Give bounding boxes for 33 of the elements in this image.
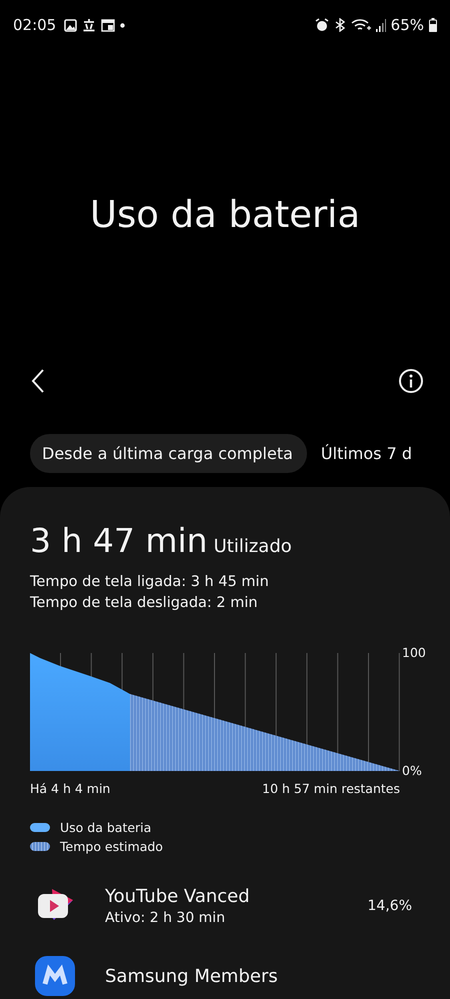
screen-time-text: Tempo de tela desligada: 2 min bbox=[30, 594, 259, 613]
dot-icon bbox=[120, 22, 126, 28]
total-usage: 3 h 47 min bbox=[30, 521, 208, 560]
info-button[interactable] bbox=[398, 368, 424, 394]
bluetooth-icon bbox=[334, 18, 346, 32]
signal-icon bbox=[376, 18, 386, 32]
page-title: Uso da bateria bbox=[90, 192, 360, 236]
calendar-icon bbox=[101, 18, 116, 32]
clock: 02:05 bbox=[13, 16, 56, 34]
wifi-icon bbox=[350, 18, 371, 32]
alarm-icon bbox=[314, 18, 329, 32]
legend-label: Uso da bateria bbox=[60, 819, 152, 837]
app-usage-percentage: 14,6% bbox=[368, 898, 412, 914]
period-tab[interactable]: Últimos 7 d bbox=[316, 434, 420, 473]
app-icon[interactable] bbox=[35, 956, 75, 996]
axis-label: 100 bbox=[402, 645, 426, 660]
period-tab[interactable]: Desde a última carga completa bbox=[30, 434, 307, 473]
app-name: YouTube Vanced bbox=[105, 886, 251, 907]
legend-label: Tempo estimado bbox=[60, 838, 163, 856]
battery-icon bbox=[429, 18, 437, 32]
axis-label: Há 4 h 4 min bbox=[30, 781, 110, 796]
screen-time-text: Tempo de tela ligada: 3 h 45 min bbox=[30, 573, 270, 592]
legend-swatch bbox=[30, 823, 50, 832]
axis-label: 10 h 57 min restantes bbox=[262, 781, 400, 796]
back-button[interactable] bbox=[30, 368, 46, 394]
legend-swatch bbox=[30, 842, 50, 851]
axis-label: 0% bbox=[402, 763, 423, 778]
total-usage-label: Utilizado bbox=[214, 536, 292, 557]
app-active-time: Ativo: 2 h 30 min bbox=[105, 910, 226, 926]
app-name: Samsung Members bbox=[105, 966, 279, 986]
battery-percentage: 65% bbox=[390, 16, 424, 34]
notification-icon bbox=[82, 18, 96, 32]
gallery-icon bbox=[64, 18, 78, 32]
